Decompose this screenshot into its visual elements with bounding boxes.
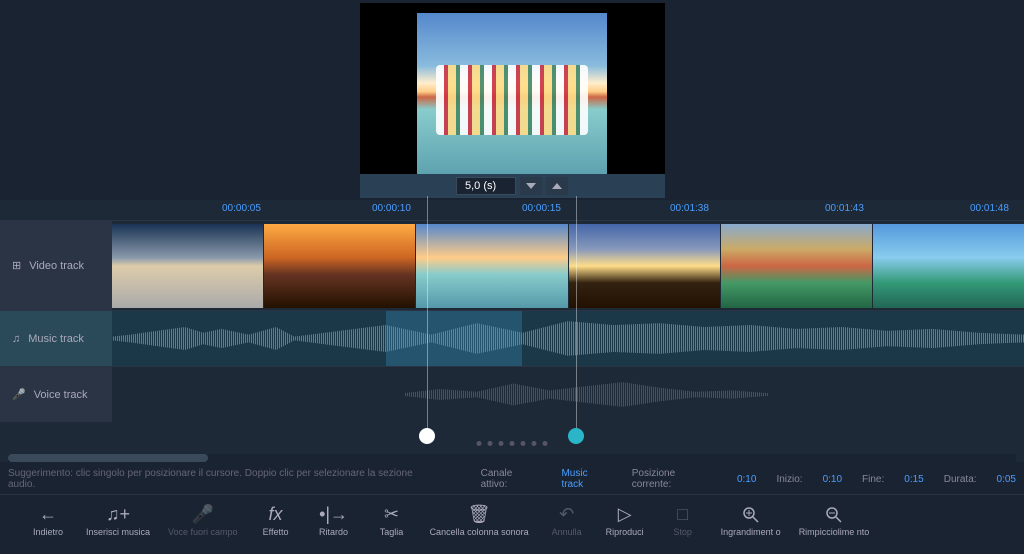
durata-label: Durata: [944,474,977,485]
delay-icon: •|→ [319,504,348,526]
play-icon: ▷ [618,504,632,526]
canale-value: Music track [561,468,611,490]
zoom-out-icon [825,504,843,526]
video-clip[interactable] [873,224,1024,308]
playhead-start[interactable] [419,428,435,444]
voice-track-label[interactable]: 🎤 Voice track [0,367,112,422]
effect-button[interactable]: fx Effetto [248,500,304,542]
pagination-dots [477,441,548,446]
insert-music-label: Inserisci musica [86,528,150,538]
delay-label: Ritardo [319,528,348,538]
toolbar: ← Indietro ♫+ Inserisci musica 🎤 Voce fu… [0,494,1024,546]
zoom-out-button[interactable]: Rimpicciolime nto [791,500,878,542]
voice-waveform [404,381,769,409]
preview-frame [360,3,665,198]
video-track-text: Video track [29,260,84,272]
back-button[interactable]: ← Indietro [20,500,76,542]
effect-label: Effetto [263,528,289,538]
video-track-label[interactable]: ⊞ Video track [0,221,112,310]
duration-up-button[interactable] [546,177,568,195]
status-bar: Suggerimento: clic singolo per posiziona… [0,464,1024,494]
scrollbar-thumb[interactable] [8,454,208,462]
zoom-in-button[interactable]: Ingrandiment o [713,500,789,542]
video-track-icon: ⊞ [12,259,21,272]
duration-bar [360,174,665,198]
duration-down-button[interactable] [520,177,542,195]
video-track-row: ⊞ Video track [0,220,1024,310]
music-waveform [112,319,1024,358]
music-track-content[interactable] [112,311,1024,366]
microphone-icon: 🎤 [192,504,214,526]
voiceover-label: Voce fuori campo [168,528,238,538]
video-track-content[interactable] [112,221,1024,310]
music-track-text: Music track [28,333,84,345]
music-track-label[interactable]: ♫ Music track [0,311,112,366]
ruler-tick: 00:00:10 [372,203,411,214]
play-button[interactable]: ▷ Riproduci [597,500,653,542]
timeline-ruler[interactable]: 00:00:05 00:00:10 00:00:15 00:01:38 00:0… [0,200,1024,220]
voice-track-text: Voice track [34,389,88,401]
playhead-area [0,422,1024,452]
music-track-row: ♫ Music track [0,310,1024,366]
undo-icon: ↶ [559,504,574,526]
timeline-scrollbar[interactable] [8,454,1016,462]
voice-track-row: 🎤 Voice track [0,366,1024,422]
music-note-icon: ♫ [12,333,20,345]
cut-button[interactable]: ✂ Taglia [364,500,420,542]
delete-soundtrack-button[interactable]: 🗑 Cancella colonna sonora [422,500,537,542]
zoom-in-label: Ingrandiment o [721,528,781,538]
stop-icon: □ [677,504,688,526]
undo-button: ↶ Annulla [539,500,595,542]
microphone-icon: 🎤 [12,388,26,401]
stop-button: □ Stop [655,500,711,542]
duration-input[interactable] [456,177,516,195]
preview-area [0,0,1024,200]
cut-label: Taglia [380,528,404,538]
posizione-value: 0:10 [737,474,756,485]
video-clip[interactable] [112,224,263,308]
ruler-tick: 00:01:38 [670,203,709,214]
arrow-left-icon: ← [39,504,57,526]
fine-label: Fine: [862,474,884,485]
inizio-label: Inizio: [776,474,802,485]
ruler-tick: 00:00:05 [222,203,261,214]
video-clip[interactable] [264,224,415,308]
ruler-tick: 00:01:48 [970,203,1009,214]
insert-music-button[interactable]: ♫+ Inserisci musica [78,500,158,542]
undo-label: Annulla [552,528,582,538]
video-clip[interactable] [569,224,720,308]
back-label: Indietro [33,528,63,538]
fine-value: 0:15 [904,474,923,485]
canale-label: Canale attivo: [481,468,542,490]
preview-image [417,13,607,188]
ruler-tick: 00:01:43 [825,203,864,214]
fx-icon: fx [269,504,283,526]
delay-button[interactable]: •|→ Ritardo [306,500,362,542]
video-clip[interactable] [416,224,567,308]
stop-label: Stop [673,528,692,538]
inizio-value: 0:10 [823,474,842,485]
durata-value: 0:05 [997,474,1016,485]
trash-icon: 🗑 [468,504,491,526]
posizione-label: Posizione corrente: [632,468,717,490]
zoom-out-label: Rimpicciolime nto [799,528,870,538]
voice-track-content[interactable] [112,367,1024,422]
music-add-icon: ♫+ [106,504,130,526]
voiceover-button: 🎤 Voce fuori campo [160,500,246,542]
delete-label: Cancella colonna sonora [430,528,529,538]
hint-text: Suggerimento: clic singolo per posiziona… [8,468,441,490]
scissors-icon: ✂ [384,504,399,526]
ruler-tick: 00:00:15 [522,203,561,214]
video-clip[interactable] [721,224,872,308]
play-label: Riproduci [606,528,644,538]
zoom-in-icon [742,504,760,526]
playhead-end[interactable] [568,428,584,444]
timeline: 00:00:05 00:00:10 00:00:15 00:01:38 00:0… [0,200,1024,462]
